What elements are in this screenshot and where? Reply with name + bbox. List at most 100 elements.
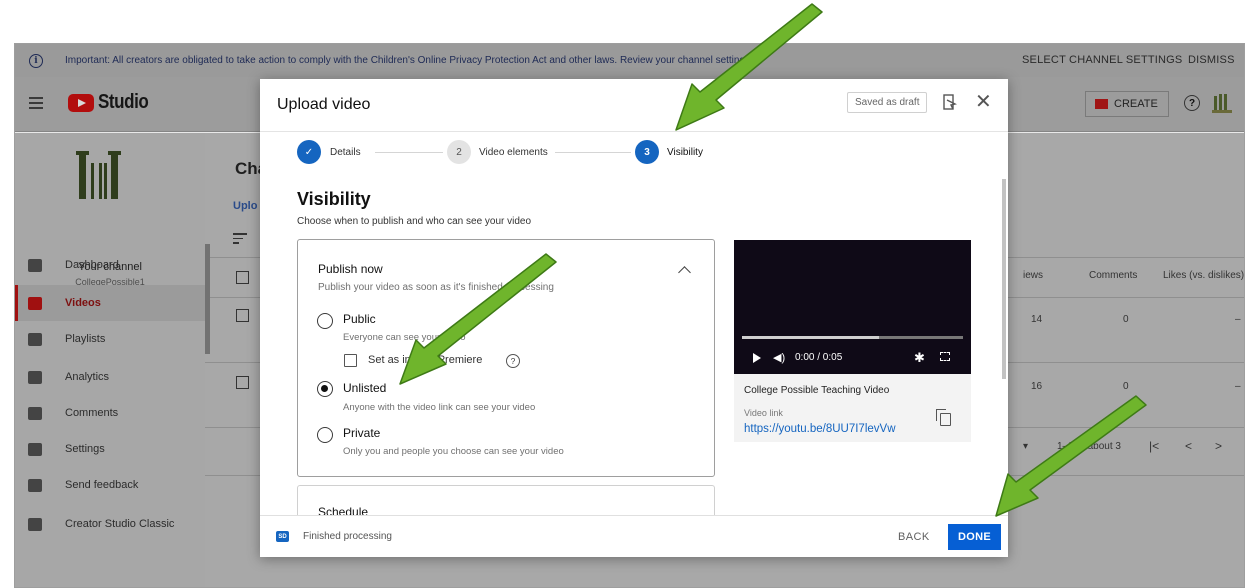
chevron-up-icon[interactable]: [678, 266, 691, 279]
menu-icon[interactable]: [29, 97, 43, 112]
channel-logo[interactable]: COLLEGE: [71, 145, 131, 203]
page-scrollbar[interactable]: [205, 244, 210, 354]
sidebar-item-label: Analytics: [65, 371, 110, 383]
instant-premiere-label[interactable]: Set as instant Premiere: [368, 354, 482, 366]
step-video-elements-label[interactable]: Video elements: [479, 147, 548, 158]
unlisted-label[interactable]: Unlisted: [343, 381, 386, 395]
select-all-checkbox[interactable]: [236, 271, 249, 284]
schedule-label: Schedule: [318, 505, 369, 515]
row-checkbox[interactable]: [236, 376, 249, 389]
video-progress-bar[interactable]: [742, 336, 963, 339]
sidebar-item-label: Playlists: [65, 333, 106, 345]
col-likes: Likes (vs. dislikes): [1163, 270, 1245, 281]
sidebar-item-comments[interactable]: Comments: [15, 395, 205, 431]
youtube-logo-icon[interactable]: [68, 94, 94, 112]
sidebar-item-settings[interactable]: Settings: [15, 431, 205, 467]
unlisted-radio[interactable]: [317, 381, 333, 397]
step-visibility-icon[interactable]: 3: [635, 140, 659, 164]
video-time: 0:00 / 0:05: [795, 352, 843, 363]
coppa-notice-bar: i Important: All creators are obligated …: [15, 44, 1244, 77]
sidebar-item-label: Creator Studio Classic: [65, 518, 175, 530]
row-likes: –: [1235, 381, 1241, 392]
video-link[interactable]: https://youtu.be/8UU7I7levVw: [744, 423, 896, 435]
prev-page-icon[interactable]: <: [1185, 439, 1192, 453]
sd-badge-icon: SD: [276, 531, 289, 542]
filter-icon[interactable]: [233, 233, 247, 247]
schedule-panel[interactable]: Schedule: [297, 485, 715, 515]
video-link-label: Video link: [744, 408, 783, 418]
public-label[interactable]: Public: [343, 312, 376, 326]
fullscreen-icon[interactable]: [940, 352, 950, 361]
sidebar-item-analytics[interactable]: Analytics: [15, 359, 205, 395]
comments-icon: [28, 406, 42, 420]
private-subtitle: Only you and people you choose can see y…: [343, 446, 564, 457]
dashboard-icon: [28, 258, 42, 272]
video-title: College Possible Teaching Video: [744, 385, 890, 396]
studio-logo-text[interactable]: Studio: [98, 91, 149, 114]
sidebar-item-label: Comments: [65, 407, 119, 419]
premiere-help-icon[interactable]: ?: [506, 354, 520, 368]
visibility-heading: Visibility: [297, 189, 371, 209]
dialog-scrollbar[interactable]: [1002, 179, 1006, 379]
video-player[interactable]: ◀) 0:00 / 0:05 ✱: [734, 240, 971, 374]
private-radio[interactable]: [317, 427, 333, 443]
playlists-icon: [28, 332, 42, 346]
row-comments: 0: [1123, 314, 1129, 325]
sidebar-item-label: Dashboard: [65, 259, 119, 271]
dialog-title: Upload video: [277, 96, 371, 113]
sidebar-item-label: Settings: [65, 443, 105, 455]
step-details-icon[interactable]: ✓: [297, 140, 321, 164]
sidebar: COLLEGE Your channel CollegePossible1 Da…: [15, 133, 205, 587]
play-icon[interactable]: [753, 353, 761, 363]
public-subtitle: Everyone can see your video: [343, 332, 466, 343]
first-page-icon[interactable]: |<: [1149, 439, 1159, 453]
step-details-label[interactable]: Details: [330, 147, 361, 158]
volume-icon[interactable]: ◀): [773, 351, 785, 364]
help-icon[interactable]: ?: [1184, 95, 1200, 111]
row-views: 16: [1031, 381, 1043, 392]
avatar[interactable]: [1212, 92, 1232, 114]
gear-icon[interactable]: ✱: [914, 350, 925, 366]
private-label[interactable]: Private: [343, 426, 380, 440]
close-icon[interactable]: ✕: [975, 92, 992, 112]
videos-icon: [28, 296, 42, 310]
dismiss-button[interactable]: DISMISS: [1188, 54, 1235, 66]
step-video-elements-icon[interactable]: 2: [447, 140, 471, 164]
col-comments: Comments: [1089, 270, 1138, 281]
processing-status: Finished processing: [303, 531, 392, 542]
row-views: 14: [1031, 314, 1043, 325]
dialog-footer: SD Finished processing BACK DONE: [260, 515, 1008, 557]
back-button[interactable]: BACK: [898, 531, 930, 543]
visibility-subtitle: Choose when to publish and who can see y…: [297, 216, 532, 227]
public-radio[interactable]: [317, 313, 333, 329]
create-label: CREATE: [1114, 98, 1158, 110]
upload-stepper: ✓ Details 2 Video elements 3 Visibility: [297, 140, 717, 170]
sidebar-item-creator-studio-classic[interactable]: Creator Studio Classic: [15, 506, 205, 542]
publish-now-title[interactable]: Publish now: [318, 262, 383, 276]
row-comments: 0: [1123, 381, 1129, 392]
pagination-text: 1–2 of about 3: [1057, 441, 1121, 452]
row-checkbox[interactable]: [236, 309, 249, 322]
rows-dropdown-icon[interactable]: ▾: [1023, 441, 1028, 452]
copy-icon[interactable]: [936, 409, 951, 426]
step-visibility-label[interactable]: Visibility: [667, 147, 703, 158]
feedback-icon: [28, 478, 42, 492]
next-page-icon[interactable]: >: [1215, 439, 1222, 453]
row-likes: –: [1235, 314, 1241, 325]
draft-status-badge: Saved as draft: [847, 92, 928, 113]
create-button[interactable]: CREATE: [1085, 91, 1169, 117]
analytics-icon: [28, 370, 42, 384]
notice-text: Important: All creators are obligated to…: [65, 55, 753, 66]
done-button[interactable]: DONE: [948, 524, 1001, 550]
instant-premiere-checkbox[interactable]: [344, 354, 357, 367]
classic-icon: [28, 517, 42, 531]
tab-uploads[interactable]: Uplo: [233, 200, 257, 212]
sidebar-item-videos[interactable]: Videos: [15, 285, 205, 321]
feedback-icon[interactable]: [943, 94, 957, 111]
sidebar-item-send-feedback[interactable]: Send feedback: [15, 467, 205, 503]
col-views: iews: [1023, 270, 1044, 281]
sidebar-item-dashboard[interactable]: Dashboard: [15, 247, 205, 283]
select-channel-settings-button[interactable]: SELECT CHANNEL SETTINGS: [1022, 54, 1182, 66]
sidebar-item-playlists[interactable]: Playlists: [15, 321, 205, 357]
camera-icon: [1095, 99, 1108, 109]
